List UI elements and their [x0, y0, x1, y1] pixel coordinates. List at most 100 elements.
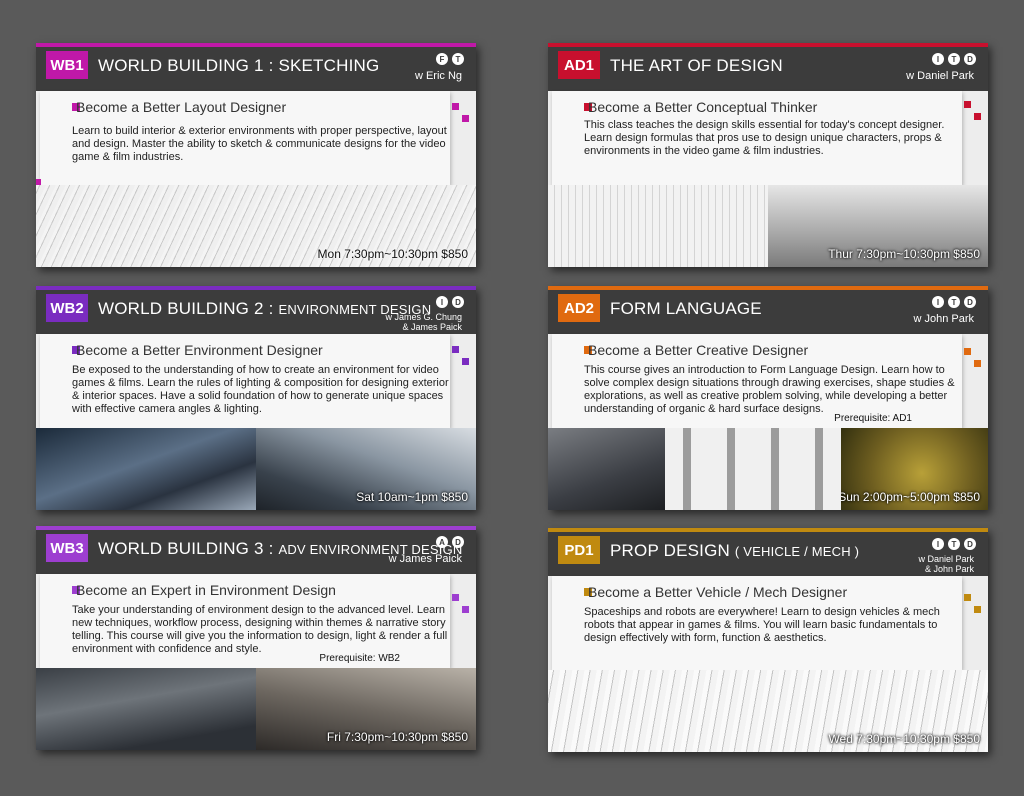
sketch-artwork: Mon 7:30pm~10:30pm $850 [36, 185, 476, 267]
vehicle-sketch-artwork [548, 185, 768, 267]
card-body: Become a Better Vehicle / Mech Designer … [548, 576, 988, 672]
description-panel: Become a Better Layout Designer Learn to… [40, 91, 450, 185]
instructor: w Daniel Park & John Park [918, 554, 974, 574]
card-header: WB3 WORLD BUILDING 3 : ADV ENVIRONMENT D… [36, 530, 476, 574]
robot-artwork: Thur 7:30pm~10:30pm $850 [768, 185, 988, 267]
schedule-price: Sat 10am~1pm $850 [356, 490, 468, 504]
instructor-line: & James Paick [402, 322, 462, 332]
card-header: AD1 THE ART OF DESIGN I T D w Daniel Par… [548, 47, 988, 91]
course-tagline: Become an Expert in Environment Design [76, 582, 336, 598]
course-tagline: Become a Better Vehicle / Mech Designer [588, 584, 848, 600]
schedule-price: Fri 7:30pm~10:30pm $850 [326, 730, 468, 744]
decor-square-icon [462, 115, 469, 122]
course-code: WB2 [46, 294, 88, 322]
instructor-line: w Daniel Park [906, 70, 974, 82]
decor-square-icon [964, 594, 971, 601]
course-title-main: PROP DESIGN [610, 541, 735, 560]
prerequisite: Prerequisite: WB2 [319, 653, 400, 664]
course-tagline: Become a Better Environment Designer [76, 342, 323, 358]
level-badge-icon: I [932, 53, 944, 65]
description-panel: Become a Better Creative Designer This c… [552, 334, 962, 428]
artwork-strip: Mon 7:30pm~10:30pm $850 [36, 185, 476, 267]
schedule-price: Thur 7:30pm~10:30pm $850 [828, 247, 980, 261]
level-badges: I T D [932, 53, 976, 65]
decor-square-icon [974, 606, 981, 613]
schedule-price: Mon 7:30pm~10:30pm $850 [317, 247, 468, 261]
course-title-main: THE ART OF DESIGN [610, 56, 783, 75]
artwork-strip: Fri 7:30pm~10:30pm $850 [36, 668, 476, 750]
instructor: w James G. Chung & James Paick [385, 312, 462, 332]
instructor: w Daniel Park [906, 71, 974, 82]
instructor: w Eric Ng [415, 71, 462, 82]
level-badge-icon: D [964, 296, 976, 308]
course-title: PROP DESIGN ( VEHICLE / MECH ) [610, 541, 859, 561]
course-code: WB3 [46, 534, 88, 562]
environment-artwork: Sat 10am~1pm $850 [256, 428, 476, 510]
prerequisite: Prerequisite: AD1 [834, 413, 912, 424]
course-card-pd1: PD1 PROP DESIGN ( VEHICLE / MECH ) I T D… [548, 528, 988, 752]
level-badge-icon: I [932, 538, 944, 550]
course-tagline: Become a Better Creative Designer [588, 342, 809, 358]
instructor-line: w Eric Ng [414, 70, 462, 82]
card-header: WB1 WORLD BUILDING 1 : SKETCHING F T w E… [36, 47, 476, 91]
description-panel: Become a Better Conceptual Thinker This … [552, 91, 962, 185]
level-badge-icon: D [964, 538, 976, 550]
level-badge-icon: D [452, 536, 464, 548]
decor-square-icon [462, 358, 469, 365]
level-badge-icon: D [964, 53, 976, 65]
decor-square-icon [964, 348, 971, 355]
environment-artwork [36, 428, 256, 510]
level-badge-icon: T [948, 296, 960, 308]
description-panel: Become a Better Environment Designer Be … [40, 334, 450, 428]
silhouette-sketch-artwork [665, 428, 842, 510]
level-badge-icon: T [452, 53, 464, 65]
instructor-line: w Daniel Park [918, 554, 974, 564]
level-badge-icon: I [932, 296, 944, 308]
description-panel: Become a Better Vehicle / Mech Designer … [552, 576, 962, 670]
course-description: Spaceships and robots are everywhere! Le… [584, 606, 940, 644]
course-title: WORLD BUILDING 1 : SKETCHING [98, 56, 379, 76]
schedule-price: Sun 2:00pm~5:00pm $850 [841, 490, 980, 504]
level-badges: I D [436, 296, 464, 308]
artwork-strip: Sun 2:00pm~5:00pm $850 [548, 428, 988, 510]
artwork-strip: Sat 10am~1pm $850 [36, 428, 476, 510]
course-title-main: WORLD BUILDING 1 : SKETCHING [98, 56, 380, 75]
level-badge-icon: A [436, 536, 448, 548]
artwork-strip: Thur 7:30pm~10:30pm $850 [548, 185, 988, 267]
card-body: Become a Better Conceptual Thinker This … [548, 91, 988, 187]
course-code: AD1 [558, 51, 600, 79]
course-title-main: WORLD BUILDING 2 : [98, 299, 279, 318]
description-panel: Become an Expert in Environment Design T… [40, 574, 450, 668]
course-description: Be exposed to the understanding of how t… [72, 364, 449, 415]
card-body: Become a Better Creative Designer This c… [548, 334, 988, 430]
course-card-wb1: WB1 WORLD BUILDING 1 : SKETCHING F T w E… [36, 43, 476, 267]
decor-square-icon [974, 113, 981, 120]
course-description: This class teaches the design skills ess… [584, 119, 945, 157]
course-tagline: Become a Better Layout Designer [76, 99, 287, 115]
instructor-line: w James Paick [388, 553, 462, 565]
instructor: w James Paick [389, 554, 462, 565]
creature-artwork: Sun 2:00pm~5:00pm $850 [841, 428, 988, 510]
course-card-wb3: WB3 WORLD BUILDING 3 : ADV ENVIRONMENT D… [36, 526, 476, 750]
course-tagline: Become a Better Conceptual Thinker [588, 99, 818, 115]
instructor: w John Park [913, 314, 974, 325]
course-title: THE ART OF DESIGN [610, 56, 783, 76]
level-badge-icon: F [436, 53, 448, 65]
level-badge-icon: I [436, 296, 448, 308]
level-badge-icon: T [948, 53, 960, 65]
course-description: This course gives an introduction to For… [584, 364, 955, 415]
decor-square-icon [462, 606, 469, 613]
level-badges: I T D [932, 538, 976, 550]
course-code: WB1 [46, 51, 88, 79]
environment-artwork [36, 668, 256, 750]
course-title: FORM LANGUAGE [610, 299, 762, 319]
course-title: WORLD BUILDING 2 : ENVIRONMENT DESIGN [98, 299, 431, 319]
course-card-ad1: AD1 THE ART OF DESIGN I T D w Daniel Par… [548, 43, 988, 267]
card-body: Become an Expert in Environment Design T… [36, 574, 476, 670]
decor-square-icon [452, 594, 459, 601]
course-code: AD2 [558, 294, 600, 322]
course-title-sub: ( VEHICLE / MECH ) [734, 544, 860, 559]
card-body: Become a Better Environment Designer Be … [36, 334, 476, 430]
course-description: Take your understanding of environment d… [72, 604, 448, 655]
card-header: AD2 FORM LANGUAGE I T D w John Park [548, 290, 988, 334]
